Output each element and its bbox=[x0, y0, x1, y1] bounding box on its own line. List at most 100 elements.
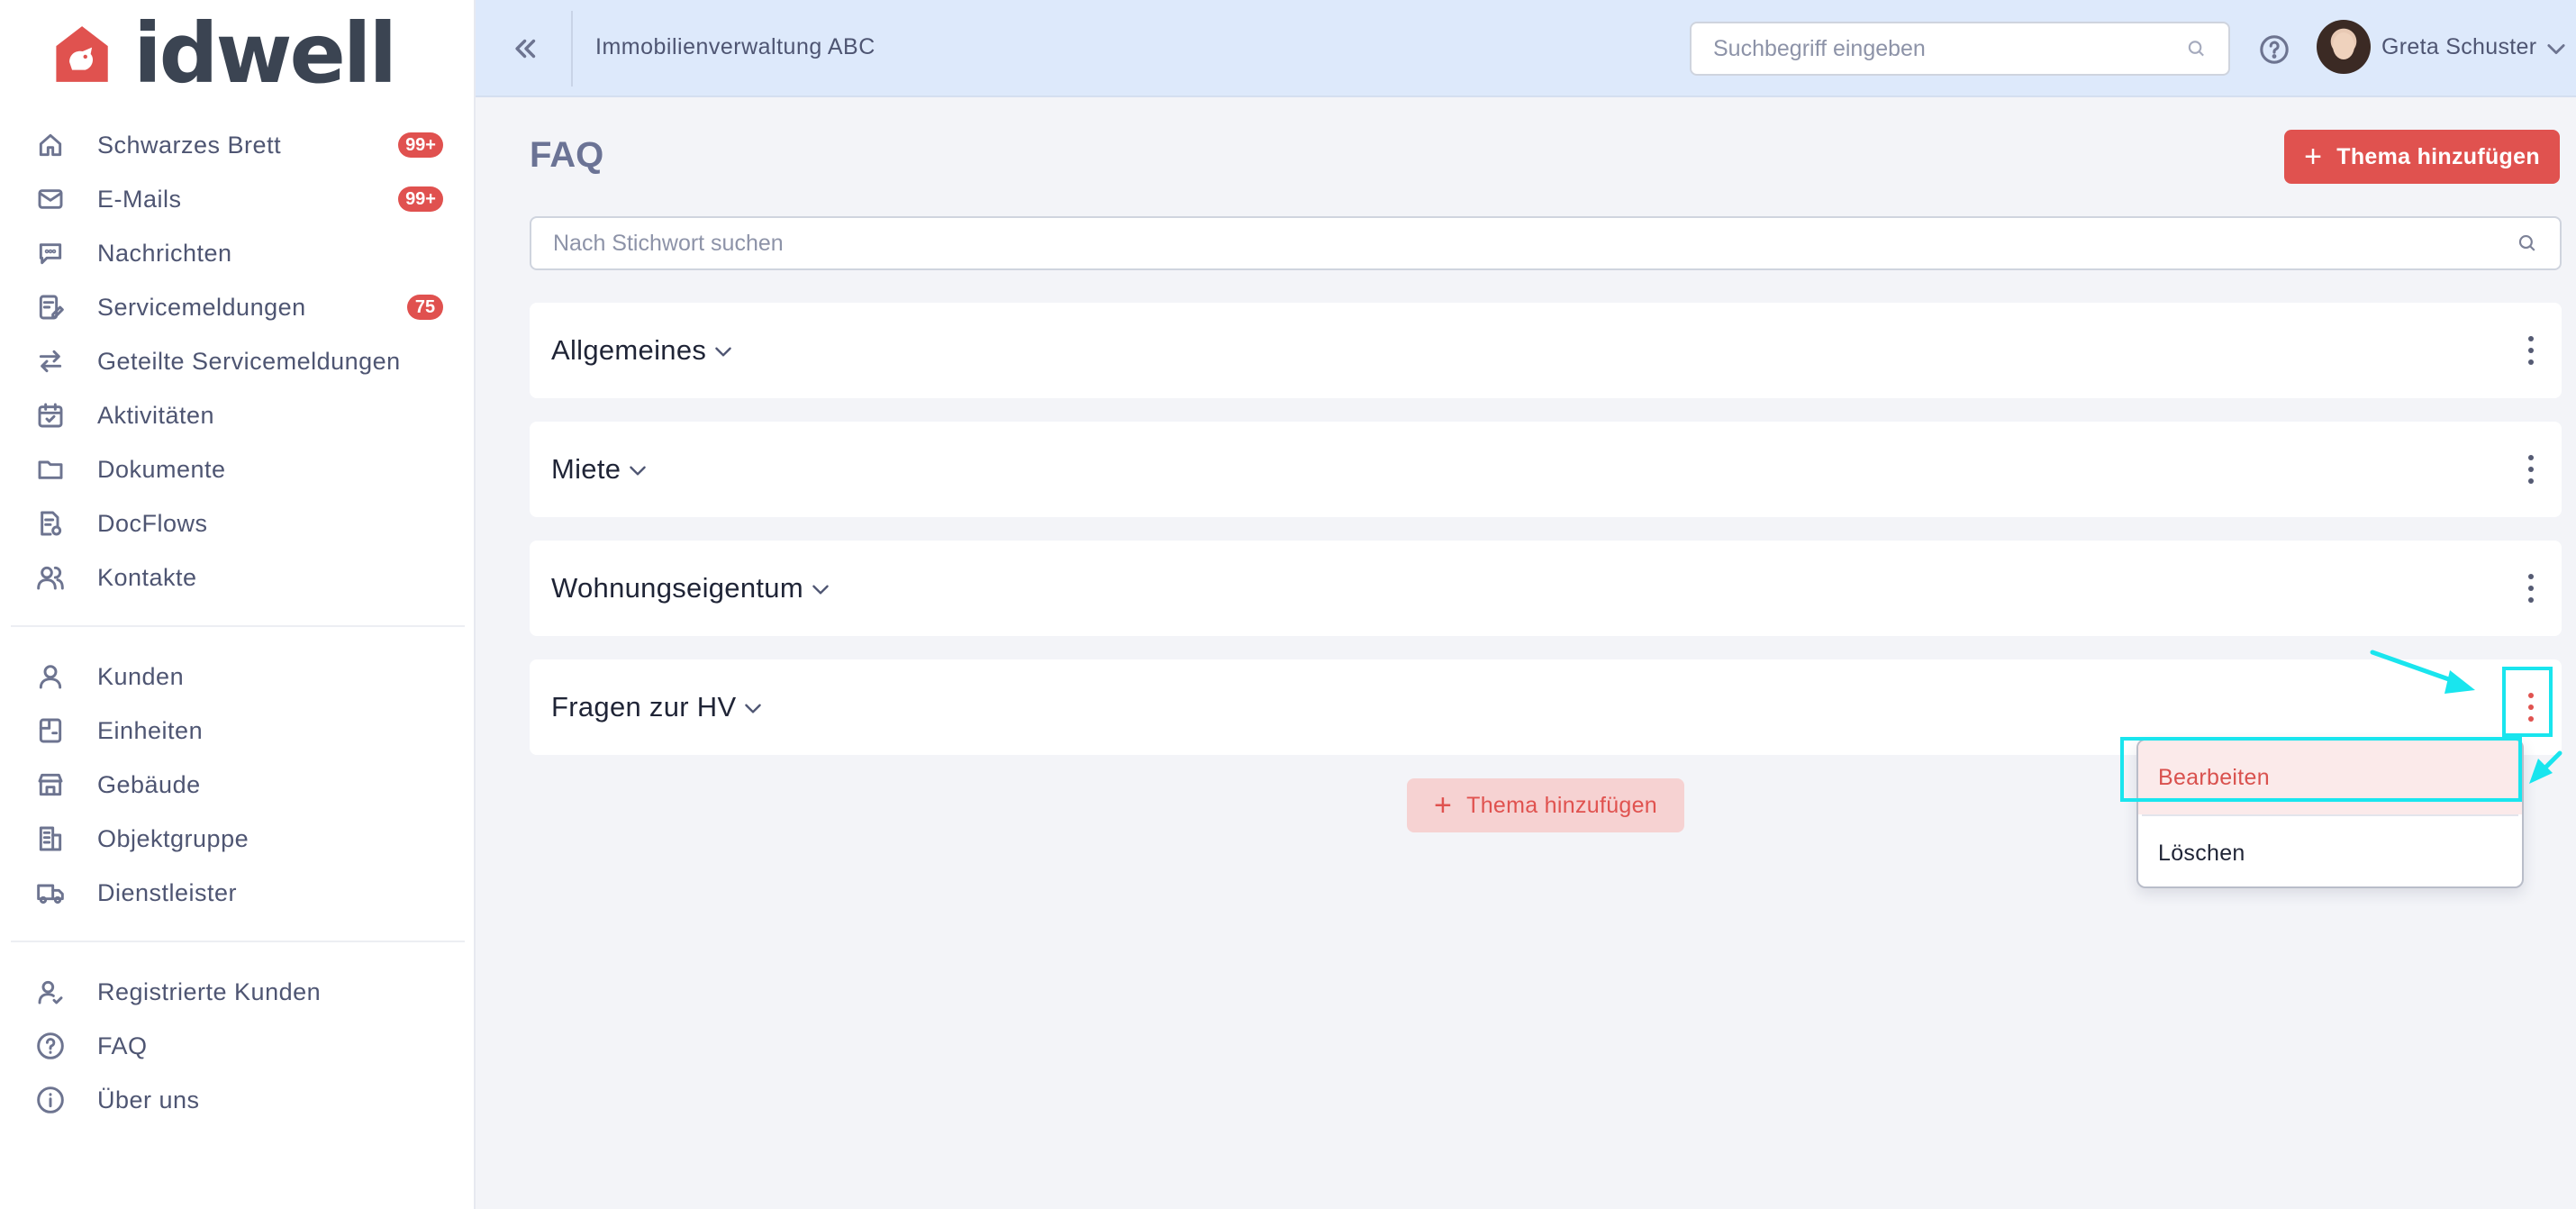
sidebar-item-schwarzes-brett[interactable]: Schwarzes Brett 99+ bbox=[0, 118, 476, 172]
sidebar-item-faq[interactable]: FAQ bbox=[0, 1019, 476, 1073]
building-icon bbox=[36, 824, 65, 853]
question-circle-icon bbox=[36, 1032, 65, 1060]
topbar: Immobilienverwaltung ABC Greta Schuster bbox=[476, 0, 2576, 97]
swap-icon bbox=[36, 347, 65, 376]
sidebar-item-gebaeude[interactable]: Gebäude bbox=[0, 758, 476, 812]
chevron-down-icon[interactable] bbox=[712, 340, 735, 363]
count-badge: 99+ bbox=[398, 132, 443, 158]
sidebar-item-label: Dienstleister bbox=[97, 878, 238, 906]
sidebar-item-label: Objektgruppe bbox=[97, 824, 249, 852]
sidebar-item-label: Schwarzes Brett bbox=[97, 131, 282, 159]
sidebar-item-label: DocFlows bbox=[97, 509, 208, 537]
truck-icon bbox=[36, 878, 65, 907]
add-topic-button[interactable]: + Thema hinzufügen bbox=[2284, 130, 2560, 184]
sidebar-item-label: Servicemeldungen bbox=[97, 293, 306, 321]
service-icon bbox=[36, 293, 65, 322]
plus-icon: + bbox=[1433, 788, 1453, 823]
logo-house-icon bbox=[56, 26, 108, 82]
docflow-icon bbox=[36, 509, 65, 538]
collapse-sidebar-button[interactable] bbox=[508, 31, 544, 67]
user-icon bbox=[36, 662, 65, 691]
user-avatar[interactable] bbox=[2317, 20, 2371, 74]
menu-item-delete[interactable]: Löschen bbox=[2138, 816, 2522, 886]
sidebar-item-docflows[interactable]: DocFlows bbox=[0, 496, 476, 550]
search-icon bbox=[2188, 41, 2204, 57]
sidebar-item-einheiten[interactable]: Einheiten bbox=[0, 704, 476, 758]
add-topic-button-label: Thema hinzufügen bbox=[2336, 143, 2540, 169]
sidebar-divider bbox=[11, 625, 465, 627]
sidebar-item-geteilte-servicemeldungen[interactable]: Geteilte Servicemeldungen bbox=[0, 334, 476, 388]
sidebar-item-label: Kunden bbox=[97, 662, 185, 690]
info-icon bbox=[36, 1086, 65, 1114]
sidebar-item-label: Kontakte bbox=[97, 563, 197, 591]
faq-topic-title: Miete bbox=[551, 453, 621, 485]
chevron-down-icon[interactable] bbox=[741, 696, 765, 720]
more-options-icon[interactable] bbox=[2526, 455, 2536, 484]
sidebar-item-label: Einheiten bbox=[97, 716, 204, 744]
sidebar-item-label: FAQ bbox=[97, 1032, 148, 1059]
folder-icon bbox=[36, 455, 65, 484]
more-options-icon[interactable] bbox=[2526, 574, 2536, 603]
sidebar-item-label: Gebäude bbox=[97, 770, 201, 798]
user-check-icon bbox=[36, 977, 65, 1006]
sidebar-item-label: E-Mails bbox=[97, 185, 182, 213]
home-icon bbox=[36, 131, 65, 159]
help-icon[interactable] bbox=[2259, 34, 2290, 65]
unit-icon bbox=[36, 716, 65, 745]
count-badge: 99+ bbox=[398, 186, 443, 212]
sidebar-item-label: Dokumente bbox=[97, 455, 226, 483]
sidebar: idwell Schwarzes Brett 99+ E-Mails 99+ Nachr… bbox=[0, 0, 476, 1209]
more-options-icon[interactable] bbox=[2526, 336, 2536, 365]
chevron-down-icon[interactable] bbox=[2544, 36, 2569, 61]
global-search bbox=[1690, 22, 2230, 76]
sidebar-item-registrierte-kunden[interactable]: Registrierte Kunden bbox=[0, 965, 476, 1019]
keyword-search-input[interactable] bbox=[553, 230, 2517, 257]
logo-text: idwell bbox=[133, 5, 397, 102]
count-badge: 75 bbox=[407, 295, 443, 320]
chevron-down-icon[interactable] bbox=[809, 577, 832, 601]
annotation-highlight-edit bbox=[2120, 737, 2522, 802]
idwell-logo[interactable]: idwell bbox=[52, 5, 397, 102]
store-icon bbox=[36, 770, 65, 799]
faq-topic-title: Allgemeines bbox=[551, 334, 707, 366]
calendar-check-icon bbox=[36, 401, 65, 430]
sidebar-nav: Schwarzes Brett 99+ E-Mails 99+ Nachrichten S… bbox=[0, 118, 476, 1127]
chat-icon bbox=[36, 239, 65, 268]
plus-icon: + bbox=[2304, 140, 2323, 174]
user-name[interactable]: Greta Schuster bbox=[2381, 34, 2536, 60]
sidebar-item-dienstleister[interactable]: Dienstleister bbox=[0, 866, 476, 920]
sidebar-item-label: Über uns bbox=[97, 1086, 200, 1114]
global-search-input[interactable] bbox=[1713, 35, 2186, 62]
faq-topic[interactable]: Allgemeines bbox=[530, 303, 2562, 398]
keyword-search bbox=[530, 216, 2562, 270]
sidebar-item-nachrichten[interactable]: Nachrichten bbox=[0, 226, 476, 280]
faq-topic-title: Fragen zur HV bbox=[551, 691, 737, 723]
mail-icon bbox=[36, 185, 65, 214]
sidebar-item-objektgruppe[interactable]: Objektgruppe bbox=[0, 812, 476, 866]
sidebar-item-label: Registrierte Kunden bbox=[97, 977, 322, 1005]
organization-name: Immobilienverwaltung ABC bbox=[595, 34, 875, 59]
sidebar-item-kontakte[interactable]: Kontakte bbox=[0, 550, 476, 604]
sidebar-item-e-mails[interactable]: E-Mails 99+ bbox=[0, 172, 476, 226]
users-icon bbox=[36, 563, 65, 592]
sidebar-item-servicemeldungen[interactable]: Servicemeldungen 75 bbox=[0, 280, 476, 334]
sidebar-item-dokumente[interactable]: Dokumente bbox=[0, 442, 476, 496]
search-icon bbox=[2519, 235, 2535, 251]
sidebar-item-label: Aktivitäten bbox=[97, 401, 215, 429]
annotation-highlight-kebab bbox=[2502, 667, 2553, 737]
faq-topic[interactable]: Miete bbox=[530, 422, 2562, 517]
double-chevron-left-icon bbox=[515, 39, 536, 59]
sidebar-item-label: Geteilte Servicemeldungen bbox=[97, 347, 401, 375]
topbar-divider bbox=[571, 11, 573, 86]
sidebar-item-aktivitaeten[interactable]: Aktivitäten bbox=[0, 388, 476, 442]
sidebar-item-label: Nachrichten bbox=[97, 239, 232, 267]
faq-topic[interactable]: Wohnungseigentum bbox=[530, 541, 2562, 636]
sidebar-divider bbox=[11, 941, 465, 942]
page-title: FAQ bbox=[530, 135, 604, 175]
sidebar-item-kunden[interactable]: Kunden bbox=[0, 650, 476, 704]
faq-topic-title: Wohnungseigentum bbox=[551, 572, 803, 604]
add-topic-secondary-label: Thema hinzufügen bbox=[1466, 792, 1658, 818]
add-topic-secondary-button[interactable]: + Thema hinzufügen bbox=[1407, 778, 1684, 832]
sidebar-item-ueber-uns[interactable]: Über uns bbox=[0, 1073, 476, 1127]
chevron-down-icon[interactable] bbox=[626, 459, 649, 482]
